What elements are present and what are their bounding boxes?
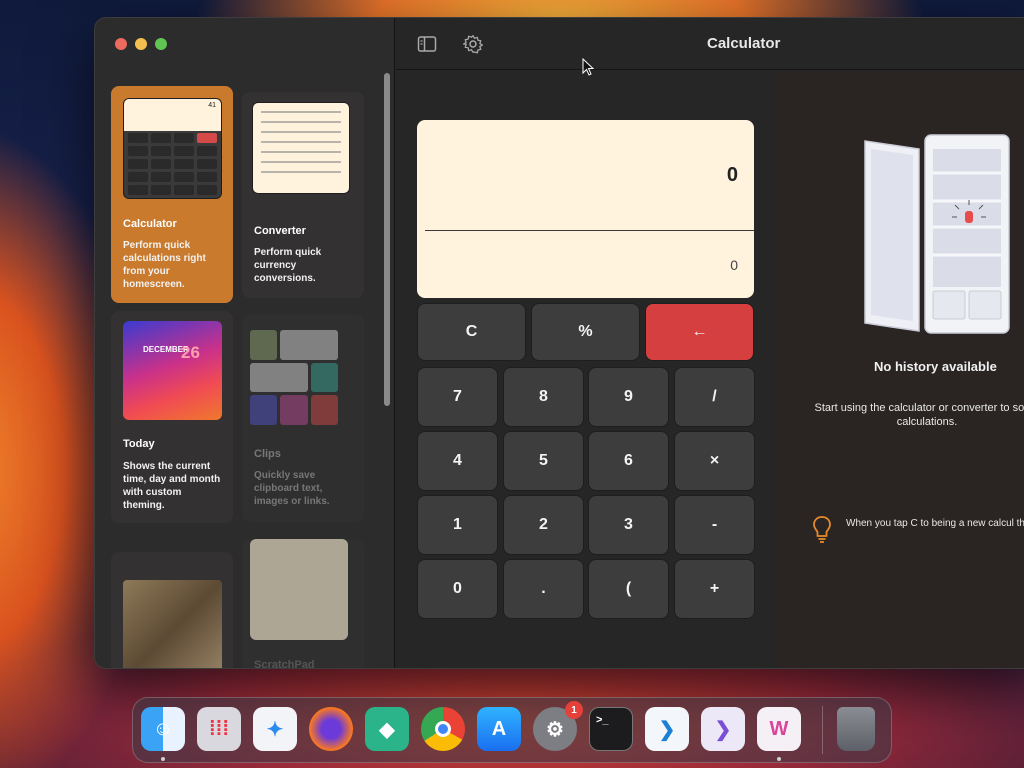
key-3[interactable]: 3	[588, 495, 669, 555]
empty-history-title: No history available	[874, 359, 997, 374]
dock: ☺ ⁞⁞⁞ ✦ ◆ A ⚙ 1 >_ ❯ ❯ W	[132, 697, 892, 763]
card-title: Today	[123, 438, 155, 450]
key-2[interactable]: 2	[503, 495, 584, 555]
widget-card-photos[interactable]	[111, 552, 233, 668]
decimal-button[interactable]: .	[503, 559, 584, 619]
gear-icon[interactable]	[461, 34, 484, 54]
card-description: Perform quick currency conversions.	[254, 247, 322, 284]
widget-card-scratchpad[interactable]: ScratchPad	[242, 539, 364, 669]
plus-button[interactable]: +	[674, 559, 755, 619]
system-settings-icon[interactable]: ⚙ 1	[533, 701, 583, 751]
key-7[interactable]: 7	[417, 367, 498, 427]
window-title: Calculator	[707, 35, 781, 52]
today-thumbnail: DECEMBER 26	[123, 321, 222, 420]
key-9[interactable]: 9	[588, 367, 669, 427]
calculator-panel: 0 0 C % ← 7 8 9 / 4 5 6 × 1 2 3 - 0 . ( …	[396, 71, 776, 668]
key-4[interactable]: 4	[417, 431, 498, 491]
photos-thumbnail	[123, 580, 222, 668]
zoom-button[interactable]	[155, 38, 167, 50]
minus-button[interactable]: -	[674, 495, 755, 555]
clips-thumbnail	[248, 328, 340, 427]
key-0[interactable]: 0	[417, 559, 498, 619]
vscode-icon[interactable]: ❯	[645, 707, 689, 751]
card-title: Clips	[254, 448, 281, 460]
launchpad-icon[interactable]: ⁞⁞⁞	[197, 707, 241, 751]
safari-icon[interactable]: ✦	[253, 707, 297, 751]
empty-history-description: Start using the calculator or converter …	[814, 402, 1024, 428]
display-result: 0	[730, 257, 738, 273]
display-value: 0	[726, 164, 738, 186]
quadrant-icon[interactable]: ◆	[365, 707, 409, 751]
sidebar-scrollbar[interactable]	[384, 73, 390, 406]
percent-button[interactable]: %	[531, 303, 640, 361]
widget-card-calculator[interactable]: 41 Calculator Perform quick calculations…	[111, 86, 233, 303]
sidebar: 41 Calculator Perform quick calculations…	[95, 18, 395, 668]
empty-fridge-illustration	[864, 134, 1010, 334]
notification-badge: 1	[565, 701, 583, 719]
card-description: Quickly save clipboard text, images or l…	[254, 470, 330, 507]
running-indicator	[777, 757, 781, 761]
key-8[interactable]: 8	[503, 367, 584, 427]
card-description: Perform quick calculations right from yo…	[123, 240, 206, 290]
paren-button[interactable]: (	[588, 559, 669, 619]
autosave-tip: When you tap C to being a new calcul the…	[846, 518, 1024, 529]
close-button[interactable]	[115, 38, 127, 50]
card-title: Calculator	[123, 218, 177, 230]
dock-separator	[822, 706, 823, 754]
clear-button[interactable]: C	[417, 303, 526, 361]
finder-icon[interactable]: ☺	[141, 707, 185, 751]
widgets-app-icon[interactable]: W	[757, 707, 801, 751]
lightbulb-icon	[813, 516, 831, 543]
toolbar: Calculator	[396, 18, 1024, 70]
widget-card-today[interactable]: DECEMBER 26 Today Shows the current time…	[111, 311, 233, 523]
calculator-display: 0 0	[417, 120, 754, 298]
app-window: 41 Calculator Perform quick calculations…	[94, 17, 1024, 669]
trash-icon[interactable]	[837, 707, 875, 751]
widget-card-converter[interactable]: Converter Perform quick currency convers…	[242, 92, 364, 298]
key-6[interactable]: 6	[588, 431, 669, 491]
divide-button[interactable]: /	[674, 367, 755, 427]
minimize-button[interactable]	[135, 38, 147, 50]
sidebar-toggle-icon[interactable]	[417, 34, 437, 54]
history-panel: No history available Start using the cal…	[776, 71, 1024, 668]
multiply-button[interactable]: ×	[674, 431, 755, 491]
calculator-thumbnail: 41	[123, 98, 222, 199]
firefox-icon[interactable]	[309, 707, 353, 751]
app-store-icon[interactable]: A	[477, 707, 521, 751]
window-controls	[115, 38, 167, 50]
widget-card-clips[interactable]: Clips Quickly save clipboard text, image…	[242, 314, 364, 522]
running-indicator	[161, 757, 165, 761]
card-title: Converter	[254, 225, 306, 237]
card-description: Shows the current time, day and month wi…	[123, 461, 221, 511]
visual-studio-icon[interactable]: ❯	[701, 707, 745, 751]
scratchpad-thumbnail	[250, 539, 348, 640]
card-title: ScratchPad	[254, 659, 315, 669]
thumbnail-display: 41	[208, 102, 216, 109]
key-5[interactable]: 5	[503, 431, 584, 491]
chrome-icon[interactable]	[421, 707, 465, 751]
converter-thumbnail	[252, 102, 350, 194]
key-1[interactable]: 1	[417, 495, 498, 555]
display-divider	[425, 230, 754, 231]
terminal-icon[interactable]: >_	[589, 707, 633, 751]
backspace-button[interactable]: ←	[645, 303, 754, 361]
mouse-cursor-icon	[582, 58, 594, 76]
